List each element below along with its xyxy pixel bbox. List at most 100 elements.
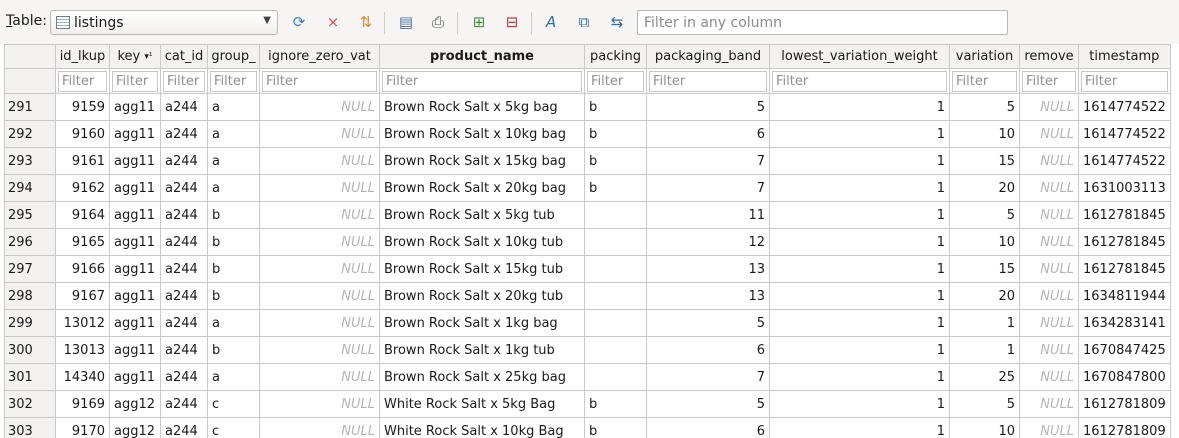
cell-cat-id[interactable]: a244: [160, 417, 208, 438]
filter-input-lowest-variation-weight[interactable]: [772, 70, 947, 92]
cell-packaging-band[interactable]: 5: [646, 390, 770, 418]
cell-product-name[interactable]: White Rock Salt x 5kg Bag: [379, 390, 585, 418]
cell-lowest-variation-weight[interactable]: 1: [769, 174, 950, 202]
cell-packaging-band[interactable]: 6: [646, 417, 770, 438]
cell-ignore-zero-vat[interactable]: NULL: [259, 255, 380, 283]
row-header[interactable]: 293: [4, 147, 56, 175]
cell-timestamp[interactable]: 1612781809: [1078, 417, 1171, 438]
cell-cat-id[interactable]: a244: [160, 201, 208, 229]
column-header-cat-id[interactable]: cat_id: [160, 44, 208, 69]
cell-lowest-variation-weight[interactable]: 1: [769, 390, 950, 418]
filter-input-group[interactable]: [210, 70, 257, 92]
table-row[interactable]: 300 13013 agg11 a244 b NULL Brown Rock Salt x …: [4, 336, 1171, 364]
cell-variation[interactable]: 1: [949, 309, 1020, 337]
table-row[interactable]: 303 9170 agg12 a244 c NULL White Rock Salt x 1…: [4, 417, 1171, 438]
cell-group[interactable]: a: [207, 120, 260, 148]
cell-lowest-variation-weight[interactable]: 1: [769, 120, 950, 148]
cell-remove[interactable]: NULL: [1019, 174, 1079, 202]
cell-packing[interactable]: b: [584, 147, 647, 175]
cell-ignore-zero-vat[interactable]: NULL: [259, 282, 380, 310]
copy-icon[interactable]: ⧉: [574, 12, 594, 32]
column-header-ignore-zero-vat[interactable]: ignore_zero_vat: [259, 44, 380, 69]
cell-lowest-variation-weight[interactable]: 1: [769, 228, 950, 256]
cell-cat-id[interactable]: a244: [160, 363, 208, 391]
cell-variation[interactable]: 15: [949, 147, 1020, 175]
filter-input-variation[interactable]: [952, 70, 1017, 92]
cell-remove[interactable]: NULL: [1019, 201, 1079, 229]
cell-packaging-band[interactable]: 5: [646, 309, 770, 337]
cell-id-lkup[interactable]: 9159: [55, 93, 110, 121]
cell-cat-id[interactable]: a244: [160, 282, 208, 310]
save-icon[interactable]: ▤: [396, 12, 416, 32]
cell-ignore-zero-vat[interactable]: NULL: [259, 390, 380, 418]
cell-variation[interactable]: 20: [949, 282, 1020, 310]
table-row[interactable]: 294 9162 agg11 a244 a NULL Brown Rock Salt x 2…: [4, 174, 1171, 202]
cell-lowest-variation-weight[interactable]: 1: [769, 417, 950, 438]
cell-id-lkup[interactable]: 9170: [55, 417, 110, 438]
row-header[interactable]: 298: [4, 282, 56, 310]
table-row[interactable]: 301 14340 agg11 a244 a NULL Brown Rock Salt x …: [4, 363, 1171, 391]
cell-lowest-variation-weight[interactable]: 1: [769, 309, 950, 337]
cell-ignore-zero-vat[interactable]: NULL: [259, 417, 380, 438]
cell-timestamp[interactable]: 1614774522: [1078, 93, 1171, 121]
table-row[interactable]: 292 9160 agg11 a244 a NULL Brown Rock Salt x 1…: [4, 120, 1171, 148]
cell-ignore-zero-vat[interactable]: NULL: [259, 228, 380, 256]
cell-variation[interactable]: 5: [949, 201, 1020, 229]
clear-filters-icon[interactable]: ⨯: [323, 12, 343, 32]
cell-timestamp[interactable]: 1612781845: [1078, 228, 1171, 256]
cell-cat-id[interactable]: a244: [160, 93, 208, 121]
cell-group[interactable]: a: [207, 147, 260, 175]
insert-record-icon[interactable]: ⊞: [469, 12, 489, 32]
cell-lowest-variation-weight[interactable]: 1: [769, 363, 950, 391]
cell-key[interactable]: agg11: [109, 93, 161, 121]
cell-remove[interactable]: NULL: [1019, 309, 1079, 337]
cell-group[interactable]: b: [207, 282, 260, 310]
cell-product-name[interactable]: White Rock Salt x 10kg Bag: [379, 417, 585, 438]
cell-packing[interactable]: [584, 255, 647, 283]
cell-remove[interactable]: NULL: [1019, 363, 1079, 391]
filter-input-timestamp[interactable]: [1081, 70, 1168, 92]
filter-input-cat-id[interactable]: [163, 70, 205, 92]
row-header[interactable]: 297: [4, 255, 56, 283]
cell-packing[interactable]: [584, 228, 647, 256]
cell-timestamp[interactable]: 1614774522: [1078, 120, 1171, 148]
cell-remove[interactable]: NULL: [1019, 282, 1079, 310]
cell-variation[interactable]: 25: [949, 363, 1020, 391]
column-header-key[interactable]: key ▾¹: [109, 44, 161, 69]
cell-packing[interactable]: [584, 363, 647, 391]
column-header-remove[interactable]: remove: [1019, 44, 1079, 69]
cell-key[interactable]: agg11: [109, 120, 161, 148]
cell-packaging-band[interactable]: 7: [646, 174, 770, 202]
cell-group[interactable]: a: [207, 174, 260, 202]
column-header-timestamp[interactable]: timestamp: [1078, 44, 1171, 69]
cell-product-name[interactable]: Brown Rock Salt x 25kg bag: [379, 363, 585, 391]
cell-lowest-variation-weight[interactable]: 1: [769, 282, 950, 310]
column-header-variation[interactable]: variation: [949, 44, 1020, 69]
cell-group[interactable]: a: [207, 363, 260, 391]
filter-input-packaging-band[interactable]: [649, 70, 767, 92]
cell-ignore-zero-vat[interactable]: NULL: [259, 309, 380, 337]
cell-packaging-band[interactable]: 6: [646, 336, 770, 364]
row-header[interactable]: 291: [4, 93, 56, 121]
column-header-packing[interactable]: packing: [584, 44, 647, 69]
cell-group[interactable]: b: [207, 201, 260, 229]
cell-id-lkup[interactable]: 13012: [55, 309, 110, 337]
table-row[interactable]: 297 9166 agg11 a244 b NULL Brown Rock Salt x 1…: [4, 255, 1171, 283]
filter-input-packing[interactable]: [587, 70, 644, 92]
cell-product-name[interactable]: Brown Rock Salt x 1kg tub: [379, 336, 585, 364]
cell-id-lkup[interactable]: 9164: [55, 201, 110, 229]
cell-key[interactable]: agg11: [109, 309, 161, 337]
cell-remove[interactable]: NULL: [1019, 120, 1079, 148]
cell-remove[interactable]: NULL: [1019, 93, 1079, 121]
font-icon[interactable]: A: [541, 12, 561, 32]
cell-packaging-band[interactable]: 5: [646, 93, 770, 121]
filter-input-remove[interactable]: [1022, 70, 1076, 92]
cell-ignore-zero-vat[interactable]: NULL: [259, 336, 380, 364]
cell-ignore-zero-vat[interactable]: NULL: [259, 120, 380, 148]
row-header[interactable]: 303: [4, 417, 56, 438]
cell-cat-id[interactable]: a244: [160, 390, 208, 418]
cell-variation[interactable]: 1: [949, 336, 1020, 364]
cell-lowest-variation-weight[interactable]: 1: [769, 336, 950, 364]
cell-packaging-band[interactable]: 12: [646, 228, 770, 256]
cell-packing[interactable]: b: [584, 120, 647, 148]
